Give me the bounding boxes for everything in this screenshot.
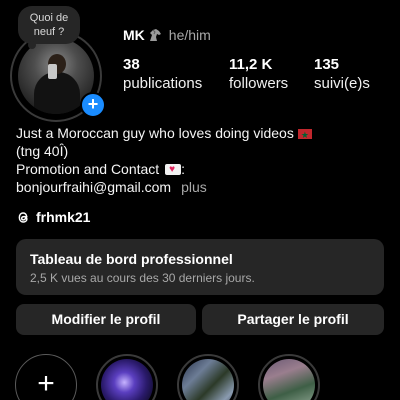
profile-page: + Quoi de neuf ? MK he/him 38 publicatio… — [0, 0, 400, 400]
stat-followers[interactable]: 11,2 K followers — [229, 56, 288, 94]
love-letter-icon — [165, 161, 182, 179]
bio-line-3-suffix: : — [181, 161, 185, 177]
stat-followers-label: followers — [229, 75, 289, 92]
stat-followers-value: 11,2 K — [229, 56, 273, 73]
stat-posts-value: 38 — [123, 56, 140, 73]
stat-posts-label: publications — [123, 75, 203, 92]
bio-line-1-text: Just a Moroccan guy who loves doing vide… — [16, 125, 294, 141]
bio-more-link[interactable]: plus — [181, 179, 207, 195]
highlight-thumbnail — [101, 359, 153, 400]
bio-email[interactable]: bonjourfraihi@gmail.com — [16, 179, 171, 195]
edit-profile-button[interactable]: Modifier le profil — [16, 304, 196, 335]
bio-line-3: Promotion and Contact : — [16, 160, 312, 179]
highlight-thumbnail — [263, 359, 315, 400]
horse-emoji-icon — [149, 29, 161, 41]
bio-line-4: bonjourfraihi@gmail.com plus — [16, 178, 312, 196]
story-highlight[interactable] — [177, 354, 239, 400]
pronouns: he/him — [168, 27, 211, 43]
note-bubble[interactable]: Quoi de neuf ? — [18, 6, 80, 49]
morocco-flag-icon — [297, 126, 312, 144]
bio-line-3-text: Promotion and Contact — [16, 161, 160, 177]
bio: Just a Moroccan guy who loves doing vide… — [16, 124, 312, 196]
threads-link[interactable]: frhmk21 — [16, 209, 90, 225]
bio-line-1: Just a Moroccan guy who loves doing vide… — [16, 124, 312, 144]
story-highlight[interactable] — [258, 354, 320, 400]
dashboard-title: Tableau de bord professionnel — [30, 251, 233, 267]
stat-following-label: suivi(e)s — [314, 75, 370, 92]
story-highlight[interactable] — [96, 354, 158, 400]
name-row: MK he/him — [123, 27, 211, 43]
stat-following-value: 135 — [314, 56, 340, 73]
new-highlight-button[interactable]: + — [15, 354, 77, 400]
threads-handle: frhmk21 — [36, 209, 91, 225]
profile-name: MK — [123, 27, 145, 43]
share-profile-button[interactable]: Partager le profil — [202, 304, 384, 335]
add-story-plus-icon[interactable]: + — [80, 92, 106, 118]
stat-posts[interactable]: 38 publications — [123, 56, 202, 94]
stat-following[interactable]: 135 suivi(e)s — [314, 56, 370, 94]
bio-line-2: (tng 40Ȋ) — [16, 143, 69, 159]
professional-dashboard[interactable]: Tableau de bord professionnel 2,5 K vues… — [16, 239, 384, 295]
threads-icon — [18, 211, 28, 223]
highlight-thumbnail — [182, 359, 234, 400]
dashboard-subtitle: 2,5 K vues au cours des 30 derniers jour… — [30, 271, 255, 285]
plus-icon: + — [37, 367, 55, 400]
